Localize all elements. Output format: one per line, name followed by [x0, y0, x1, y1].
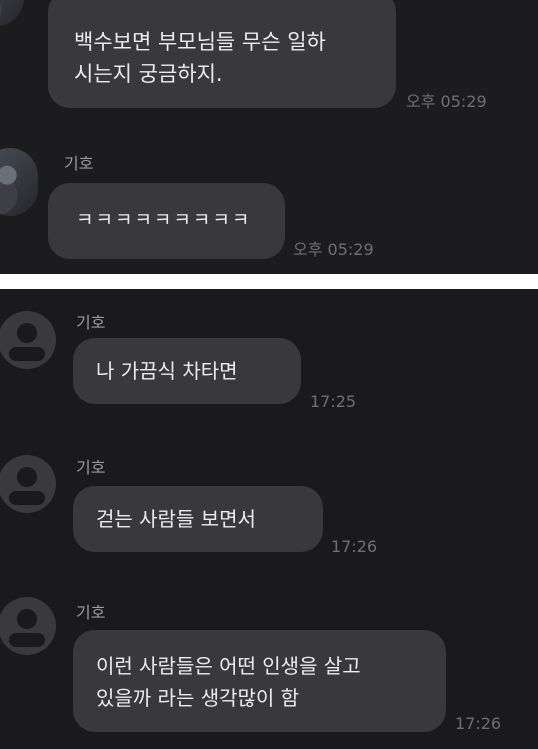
message-line: 나 가끔식 차타면	[96, 359, 238, 383]
person-shoulders-icon	[9, 633, 45, 647]
person-head-icon	[17, 467, 37, 487]
sender-name: 기호	[76, 313, 106, 332]
message-timestamp: 오후 05:29	[406, 92, 487, 111]
chat-screenshot-top: 백수보면 부모님들 무슨 일하 시는지 궁금하지. 오후 05:29 기호 ㅋㅋ…	[0, 0, 538, 274]
message-line: 있을까 라는 생각많이 함	[96, 686, 300, 710]
message-bubble[interactable]: 걷는 사람들 보면서	[73, 486, 323, 552]
message-line: 걷는 사람들 보면서	[96, 507, 256, 531]
avatar-default[interactable]	[0, 597, 56, 655]
avatar-default[interactable]	[0, 311, 56, 369]
message-bubble[interactable]: 나 가끔식 차타면	[73, 338, 301, 404]
message-timestamp: 17:26	[455, 714, 502, 733]
sender-name: 기호	[64, 154, 94, 173]
message-timestamp: 오후 05:29	[293, 240, 374, 259]
message-line: 이런 사람들은 어떤 인생을 살고	[96, 654, 361, 678]
person-head-icon	[17, 609, 37, 629]
chat-screenshot-bottom: 기호 나 가끔식 차타면 17:25 기호 걷는 사람들 보면서 17:26 기…	[0, 289, 538, 749]
person-shoulders-icon	[9, 347, 45, 361]
message-bubble[interactable]: 이런 사람들은 어떤 인생을 살고 있을까 라는 생각많이 함	[73, 630, 446, 732]
message-timestamp: 17:25	[310, 392, 357, 411]
message-line: 백수보면 부모님들 무슨 일하	[74, 30, 326, 54]
message-line: ㅋㅋㅋㅋㅋㅋㅋㅋㅋ	[76, 209, 252, 231]
message-timestamp: 17:26	[331, 537, 378, 556]
person-shoulders-icon	[9, 491, 45, 505]
sender-name: 기호	[76, 603, 106, 622]
message-bubble[interactable]: ㅋㅋㅋㅋㅋㅋㅋㅋㅋ	[48, 183, 285, 259]
person-head-icon	[17, 323, 37, 343]
message-bubble[interactable]: 백수보면 부모님들 무슨 일하 시는지 궁금하지.	[48, 0, 396, 108]
sender-name: 기호	[76, 458, 106, 477]
message-line: 시는지 궁금하지.	[74, 62, 223, 86]
avatar-default[interactable]	[0, 455, 56, 513]
avatar-photo[interactable]	[0, 0, 24, 26]
avatar-photo[interactable]	[0, 148, 38, 216]
